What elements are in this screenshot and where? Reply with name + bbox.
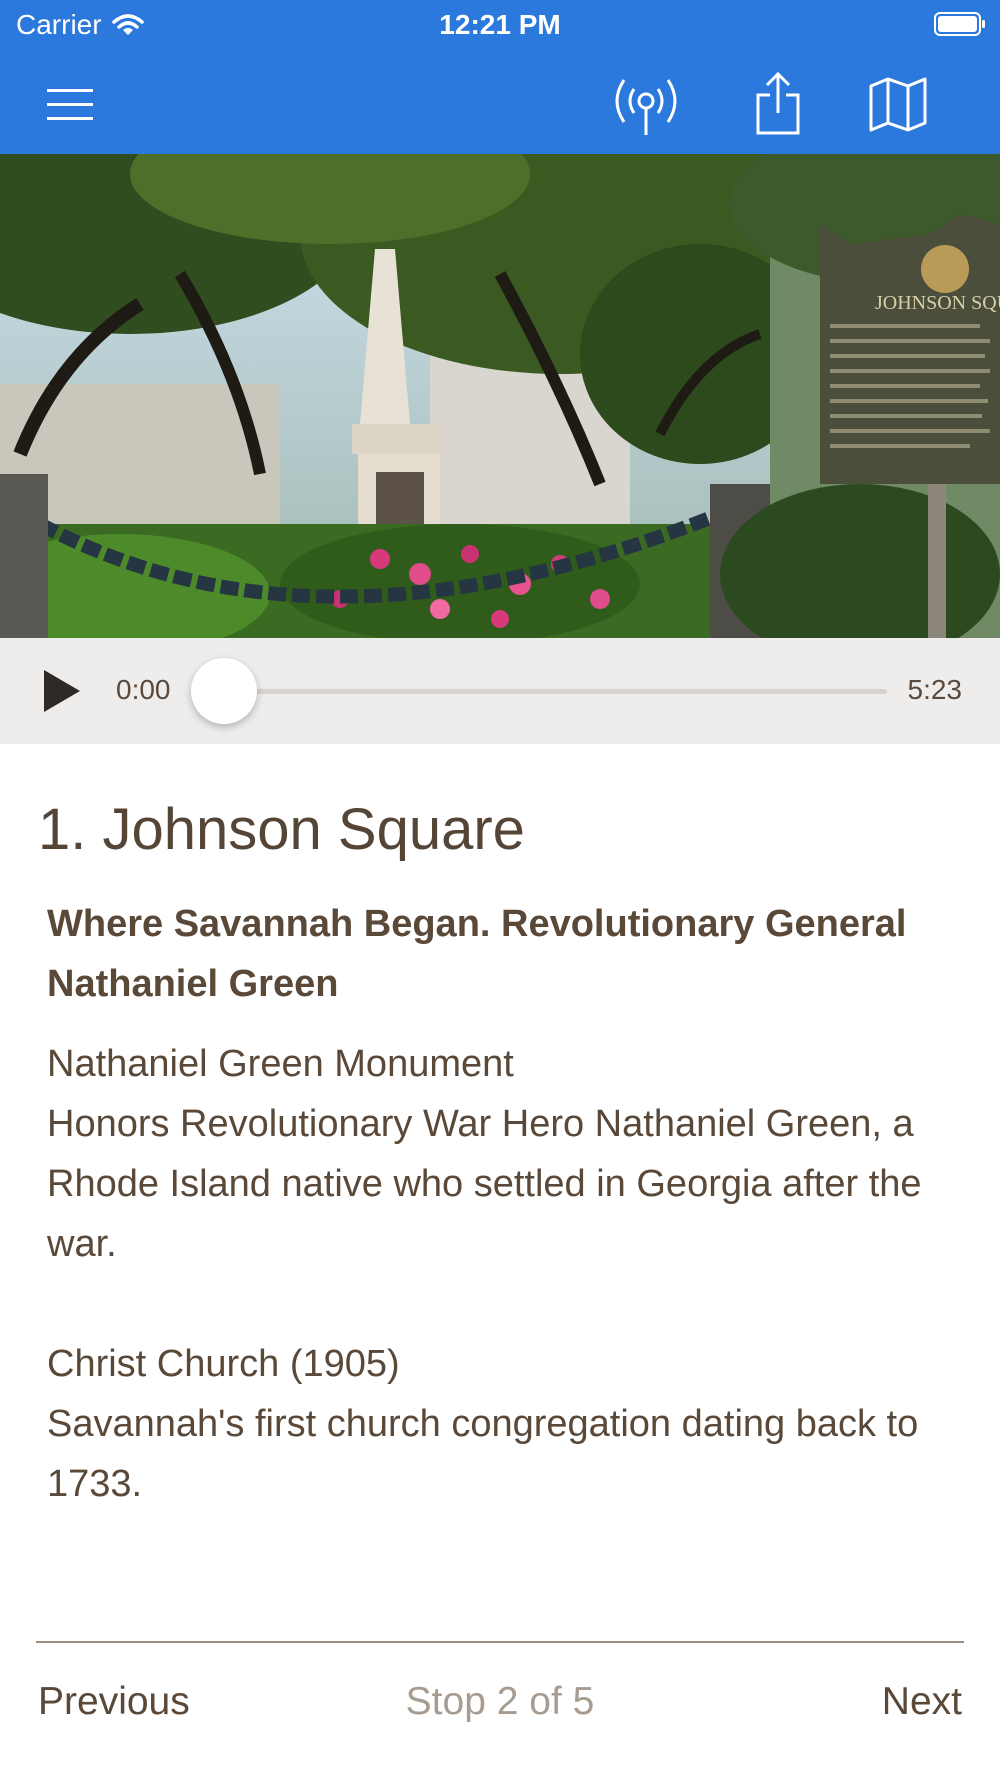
- previous-button[interactable]: Previous: [38, 1680, 190, 1724]
- paragraph-text: Savannah's first church congregation dat…: [47, 1403, 919, 1505]
- hero-illustration: JOHNSON SQUARE: [0, 154, 1000, 638]
- stop-description: Nathaniel Green Monument Honors Revoluti…: [47, 1034, 967, 1514]
- menu-button[interactable]: [32, 66, 108, 142]
- status-time: 12:21 PM: [439, 9, 561, 40]
- broadcast-icon: [615, 79, 677, 135]
- stop-title: 1. Johnson Square: [38, 797, 525, 862]
- current-time: 0:00: [116, 674, 171, 705]
- hero-sign-text: JOHNSON SQUARE: [875, 292, 1000, 314]
- menu-icon: [47, 89, 93, 120]
- nav-bar: [0, 50, 1000, 154]
- duration: 5:23: [907, 674, 963, 705]
- hero-image-carousel[interactable]: JOHNSON SQUARE: [0, 154, 1000, 638]
- paragraph-heading: Christ Church (1905): [47, 1343, 400, 1385]
- play-icon[interactable]: [36, 666, 86, 716]
- seek-thumb[interactable]: [191, 658, 257, 724]
- paragraph-heading: Nathaniel Green Monument: [47, 1043, 514, 1085]
- broadcast-button[interactable]: [608, 66, 684, 142]
- battery-icon: [934, 12, 985, 36]
- paragraph-text: Honors Revolutionary War Hero Nathaniel …: [47, 1103, 922, 1265]
- share-icon: [756, 71, 800, 135]
- share-button[interactable]: [740, 66, 816, 142]
- map-icon: [869, 77, 927, 132]
- map-button[interactable]: [860, 66, 936, 142]
- status-bar: Carrier 12:21 PM: [0, 0, 1000, 50]
- audio-player: 0:00 5:23: [0, 638, 1000, 744]
- footer-divider: [36, 1641, 964, 1643]
- next-button[interactable]: Next: [882, 1680, 962, 1724]
- stop-subtitle: Where Savannah Began. Revolutionary Gene…: [47, 903, 907, 1005]
- stop-navigation: Stop 2 of 5 Previous Next: [0, 1680, 1000, 1740]
- seek-track[interactable]: [225, 689, 887, 694]
